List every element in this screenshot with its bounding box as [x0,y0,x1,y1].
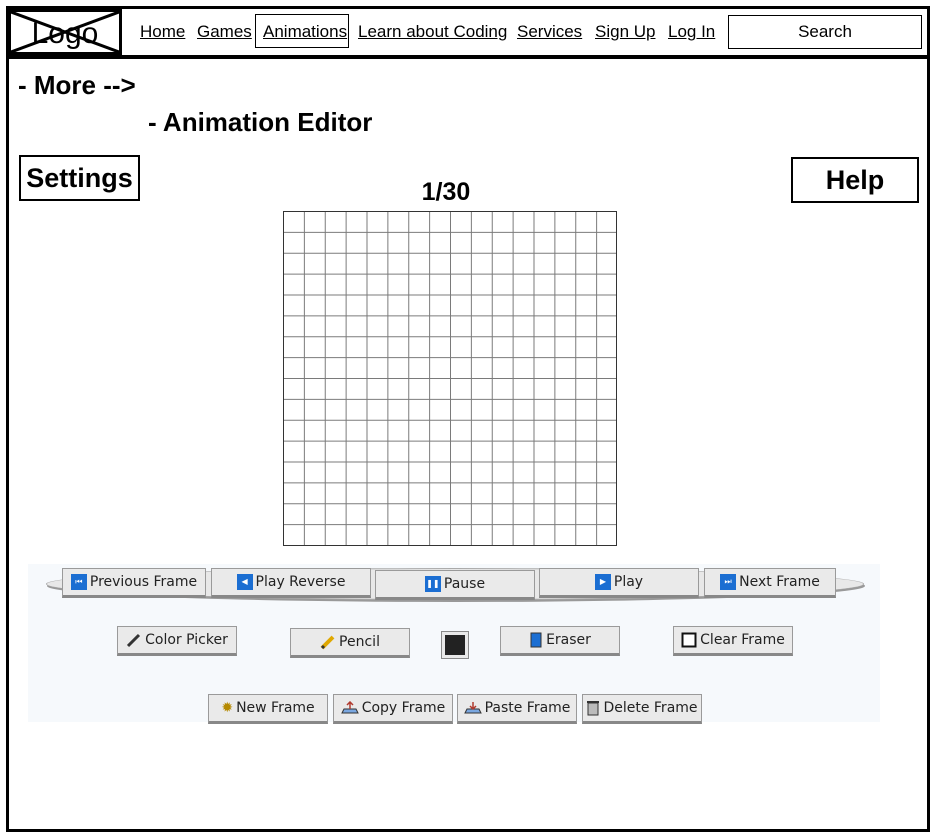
previous-frame-label: Previous Frame [89,574,198,590]
play-label: Play [613,574,644,590]
swatch-color [445,635,465,655]
copy-frame-label: Copy Frame [361,700,446,716]
search-input[interactable]: Search [728,15,922,49]
play-reverse-button[interactable]: ◀ Play Reverse [211,568,371,598]
previous-frame-button[interactable]: ⏮ Previous Frame [62,568,206,598]
pencil-icon [320,635,335,650]
eyedropper-icon [127,633,141,648]
frame-counter: 1/30 [421,178,471,206]
nav-games[interactable]: Games [197,22,252,42]
nav-sign-up[interactable]: Sign Up [595,22,655,42]
play-button[interactable]: ▶ Play [539,568,699,598]
copy-tray-icon [340,701,359,714]
pencil-label: Pencil [339,634,380,650]
skip-forward-icon: ⏭ [720,574,737,590]
clear-frame-label: Clear Frame [700,632,785,648]
more-link[interactable]: - More --> [18,70,136,101]
pencil-button[interactable]: Pencil [290,628,410,658]
help-button[interactable]: Help [791,157,919,203]
clear-frame-button[interactable]: Clear Frame [673,626,793,656]
play-reverse-icon: ◀ [236,574,253,590]
nav-log-in[interactable]: Log In [668,22,715,42]
paste-frame-button[interactable]: Paste Frame [457,694,577,724]
nav-learn-coding[interactable]: Learn about Coding [358,22,507,42]
logo[interactable]: Logo [8,9,122,55]
paste-tray-icon [463,702,482,714]
play-icon: ▶ [594,574,611,590]
play-reverse-label: Play Reverse [255,574,346,590]
current-color-swatch[interactable] [441,631,469,659]
eraser-icon [530,632,542,648]
logo-placeholder-icon [11,12,119,52]
sun-icon: ✹ [221,700,234,716]
eraser-button[interactable]: Eraser [500,626,620,656]
delete-frame-button[interactable]: Delete Frame [582,694,702,724]
nav-home[interactable]: Home [140,22,185,42]
copy-frame-button[interactable]: Copy Frame [333,694,453,724]
pause-label: Pause [443,576,486,592]
color-picker-label: Color Picker [145,632,228,648]
eraser-label: Eraser [546,632,591,648]
next-frame-label: Next Frame [739,574,820,590]
page-title: - Animation Editor [148,107,373,137]
color-picker-button[interactable]: Color Picker [117,626,237,656]
pause-icon: ❚❚ [424,576,441,592]
skip-back-icon: ⏮ [70,574,87,590]
settings-button[interactable]: Settings [19,155,140,201]
pause-button[interactable]: ❚❚ Pause [375,570,535,600]
blank-square-icon [681,632,697,648]
new-frame-label: New Frame [236,700,315,716]
delete-frame-label: Delete Frame [603,700,698,716]
pixel-canvas[interactable] [283,211,617,546]
nav-animations[interactable]: Animations [263,22,347,42]
trash-icon [587,701,600,716]
nav-services[interactable]: Services [517,22,582,42]
paste-frame-label: Paste Frame [484,700,571,716]
new-frame-button[interactable]: ✹ New Frame [208,694,328,724]
next-frame-button[interactable]: ⏭ Next Frame [704,568,836,598]
